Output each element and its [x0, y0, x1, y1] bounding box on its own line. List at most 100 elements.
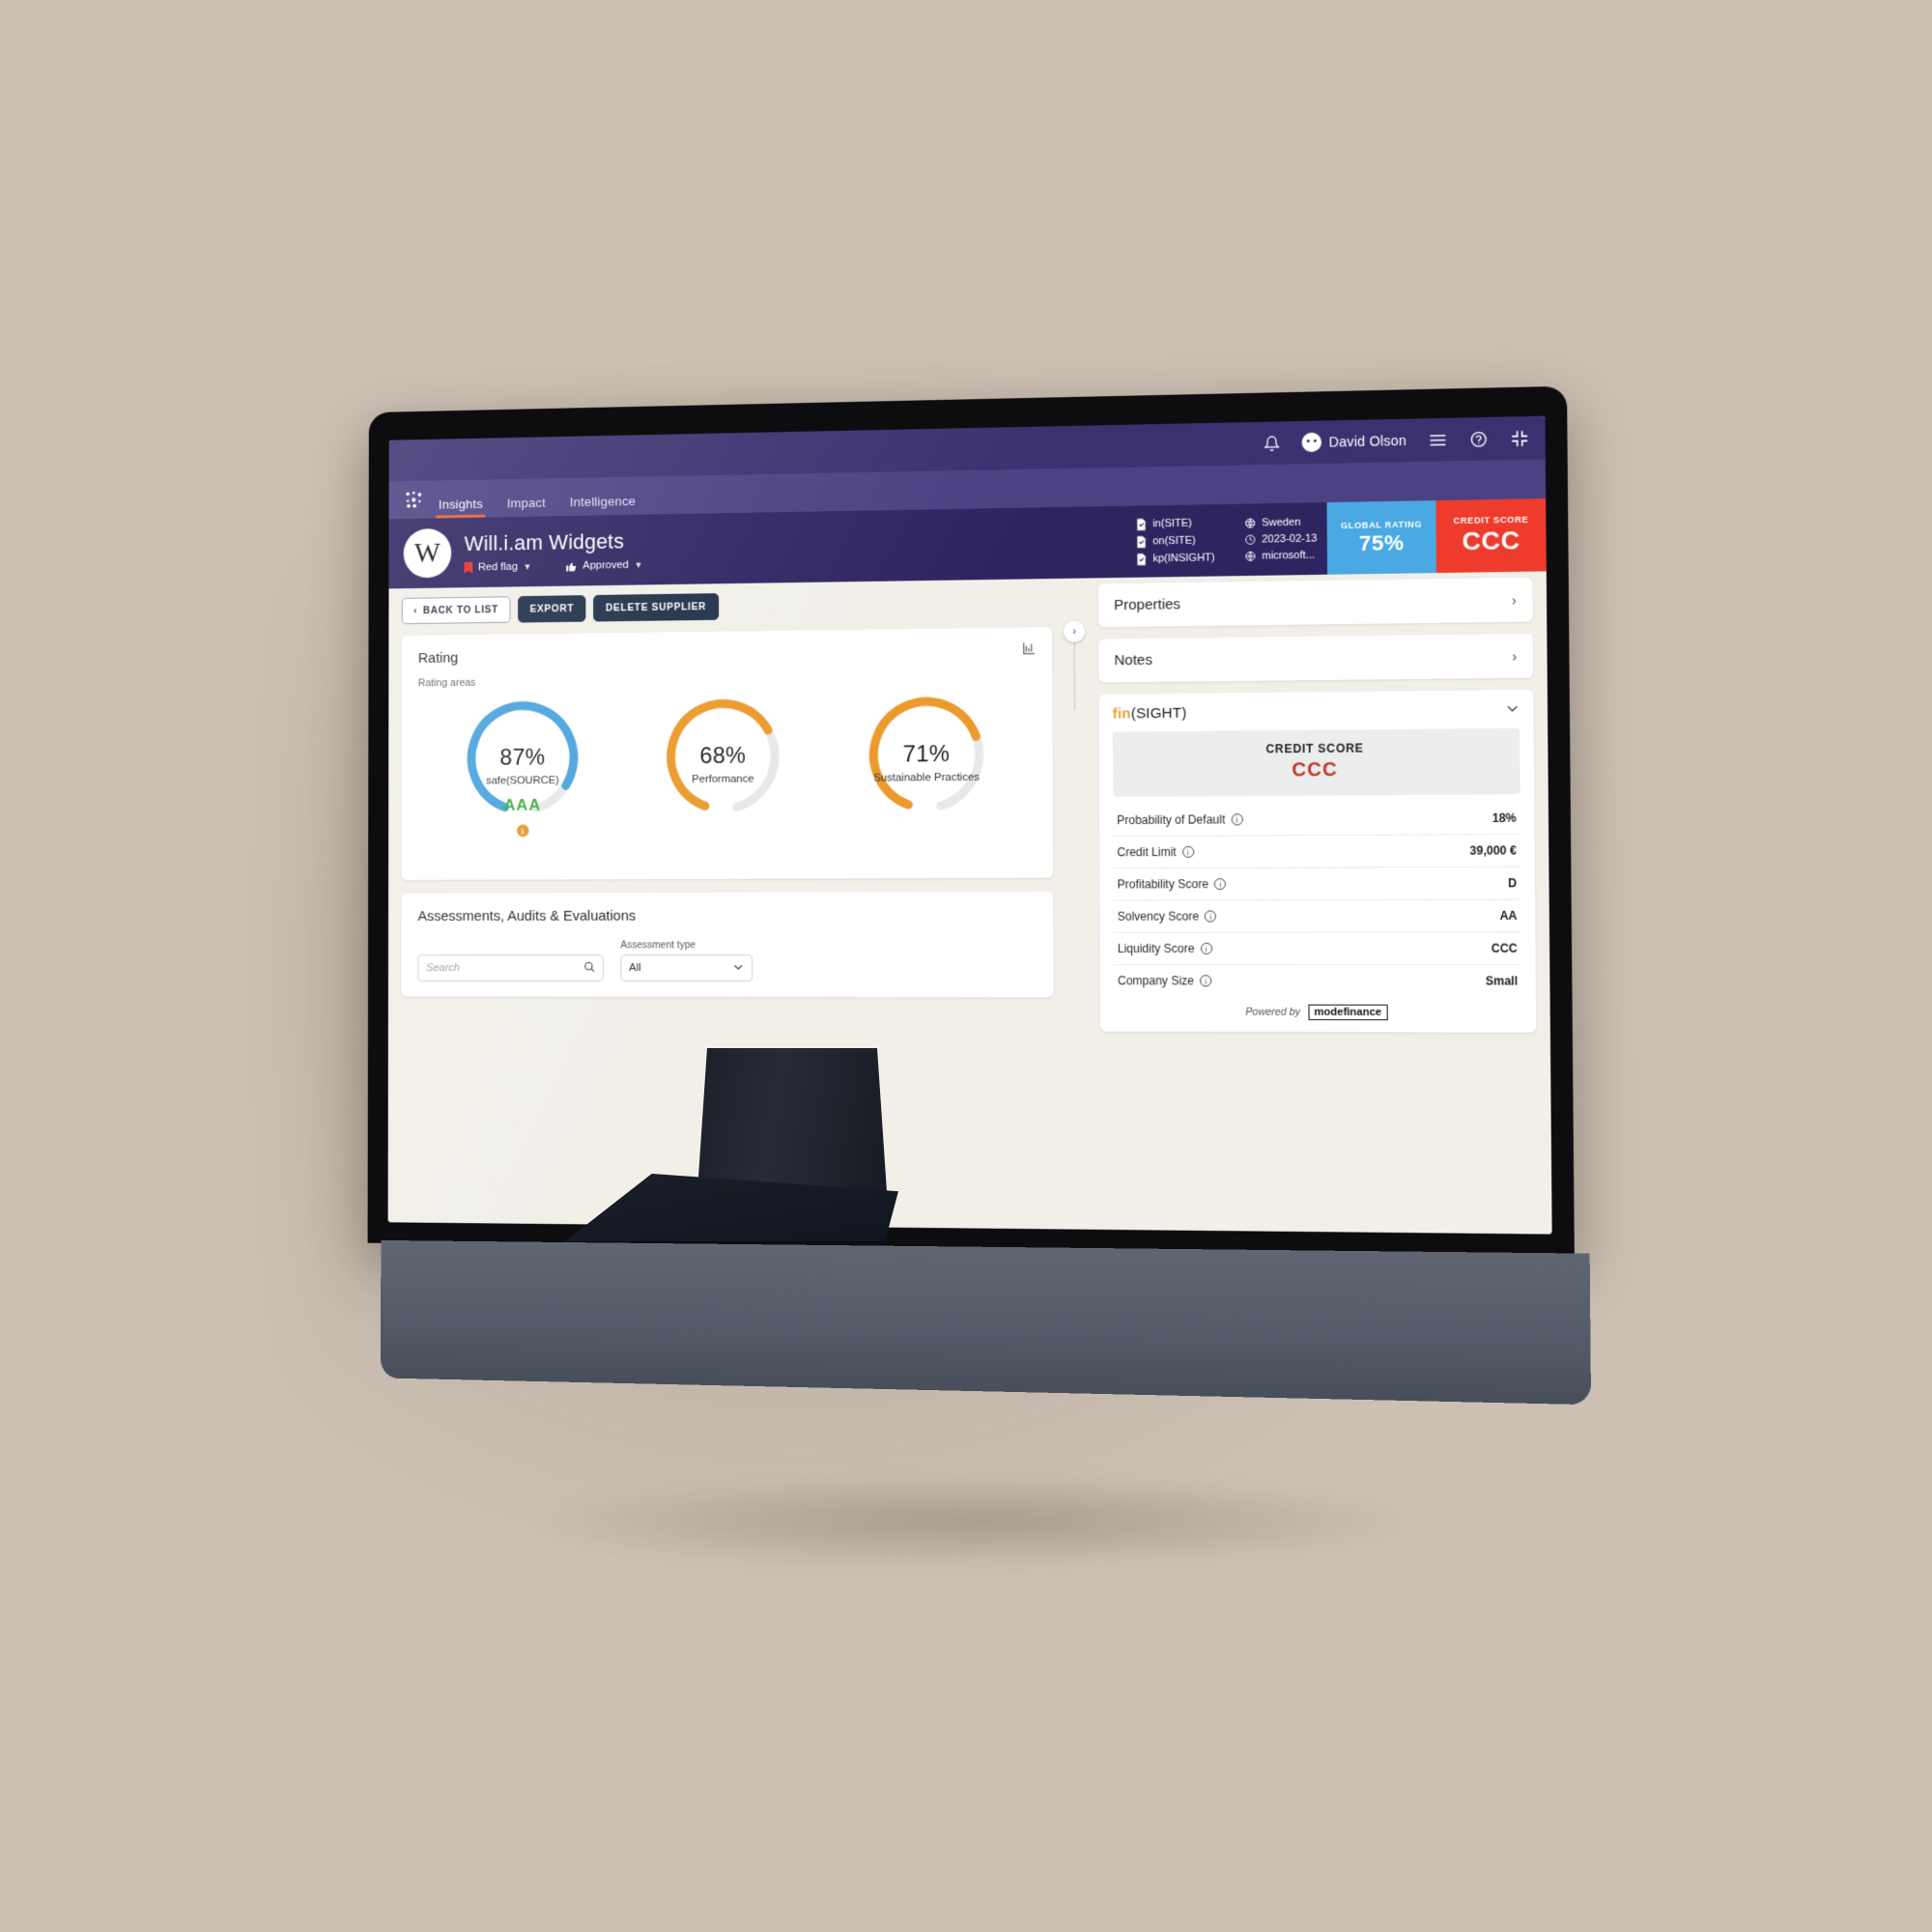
finsight-header: fin(SIGHT): [1112, 701, 1520, 723]
fact-value: 2023-02-13: [1262, 532, 1318, 546]
info-icon[interactable]: i: [516, 824, 529, 838]
table-row: Probability of Default i 18%: [1113, 802, 1520, 838]
chevron-down-icon: ▼: [634, 559, 643, 570]
table-row: Solvency Score i AA: [1113, 899, 1521, 933]
rating-card: Rating Rating areas 87% safe(SOURCE) AAA…: [401, 627, 1054, 880]
thumbs-up-icon: [565, 562, 576, 571]
gauge-center: 68% Performance: [652, 743, 794, 787]
doc-label: kp(INSIGHT): [1152, 552, 1215, 565]
finsight-card: fin(SIGHT) CREDIT SCORE CCC Probability …: [1098, 689, 1537, 1033]
docs-column: in(SITE) on(SITE) kp(INSIGHT): [1136, 517, 1215, 566]
assessment-type-field: Assessment type All: [620, 939, 753, 982]
doc-label: in(SITE): [1152, 517, 1192, 530]
metric-key: Credit Limit: [1117, 844, 1177, 860]
metric-key: Probability of Default: [1117, 812, 1226, 828]
right-column: Properties › Notes › fin(SIGHT) CREDIT S…: [1097, 577, 1537, 1033]
screen: David Olson Insights Impact Intelligence…: [387, 415, 1552, 1235]
metric-value: Small: [1485, 974, 1519, 988]
fact-country: Sweden: [1244, 516, 1318, 528]
metric-value: D: [1508, 876, 1518, 891]
properties-title: Properties: [1114, 596, 1181, 614]
gauge-sustainable-practices: 71% Sustainable Practices: [855, 691, 999, 854]
approval-dropdown[interactable]: Approved ▼: [565, 558, 642, 572]
approval-status-label: Approved: [582, 559, 629, 572]
info-icon[interactable]: i: [1200, 942, 1212, 955]
export-button[interactable]: EXPORT: [518, 595, 586, 623]
fact-date: 2023-02-13: [1244, 533, 1318, 546]
bar-chart-icon[interactable]: [1021, 640, 1037, 659]
back-to-list-label: BACK TO LIST: [422, 604, 498, 617]
metric-key-wrap: Probability of Default i: [1117, 812, 1243, 828]
search-field: [417, 954, 604, 981]
gauge-center: 87% safe(SOURCE) AAA i: [453, 744, 592, 838]
gauge-label: Sustainable Practices: [873, 771, 980, 784]
action-buttons: ‹ BACK TO LIST EXPORT DELETE SUPPLIER: [401, 588, 1052, 625]
fact-website[interactable]: microsoft...: [1244, 550, 1318, 562]
modefinance-logo: modefinance: [1308, 1004, 1388, 1021]
chevron-down-icon: [732, 961, 744, 976]
scene: David Olson Insights Impact Intelligence…: [0, 0, 1932, 1932]
gauge-value: 71%: [902, 741, 951, 768]
flag-icon: [465, 562, 473, 574]
metric-key: Profitability Score: [1117, 877, 1209, 892]
table-row: Company Size i Small: [1114, 965, 1521, 997]
search-input[interactable]: [426, 962, 566, 975]
info-icon[interactable]: i: [1200, 975, 1212, 987]
clock-icon: [1244, 534, 1256, 546]
left-column: ‹ BACK TO LIST EXPORT DELETE SUPPLIER Ra…: [401, 588, 1054, 998]
rating-gauges: 87% safe(SOURCE) AAA i 68% Performance 7…: [418, 686, 1036, 865]
notes-panel[interactable]: Notes ›: [1098, 633, 1534, 683]
metric-value: 18%: [1492, 810, 1517, 826]
info-icon[interactable]: i: [1214, 878, 1227, 891]
content-area: › ‹ BACK TO LIST EXPORT DELETE SUPPLIER: [387, 571, 1552, 1235]
doc-insite[interactable]: in(SITE): [1136, 517, 1214, 530]
credit-score-label: CREDIT SCORE: [1453, 514, 1529, 526]
hamburger-menu-icon[interactable]: [1429, 430, 1448, 449]
collapse-fullscreen-icon[interactable]: [1510, 429, 1529, 448]
facts-column: Sweden 2023-02-13 microsoft...: [1244, 516, 1318, 562]
assessments-title: Assessments, Audits & Evaluations: [417, 907, 637, 924]
monitor-chin: [381, 1239, 1592, 1406]
gauge-value: 87%: [499, 744, 546, 771]
global-rating-badge: GLOBAL RATING 75%: [1326, 500, 1436, 575]
doc-onsite[interactable]: on(SITE): [1136, 534, 1214, 548]
hero-meta: Red flag ▼ Approved ▼: [465, 558, 643, 574]
bell-icon[interactable]: [1263, 435, 1279, 451]
assessment-type-select[interactable]: All: [620, 954, 753, 982]
assessment-type-label: Assessment type: [620, 939, 696, 952]
gauge-safe-source: 87% safe(SOURCE) AAA i: [453, 695, 592, 855]
tab-impact[interactable]: Impact: [507, 496, 546, 517]
delete-supplier-button[interactable]: DELETE SUPPLIER: [593, 593, 719, 622]
document-check-icon: [1137, 518, 1147, 530]
question-mark-icon[interactable]: [1469, 430, 1489, 449]
doc-label: on(SITE): [1152, 534, 1196, 548]
metric-key-wrap: Liquidity Score i: [1118, 942, 1212, 955]
tab-intelligence[interactable]: Intelligence: [570, 494, 636, 516]
powered-by-label: Powered by: [1245, 1006, 1301, 1019]
metric-key-wrap: Solvency Score i: [1118, 909, 1217, 923]
hero-info: in(SITE) on(SITE) kp(INSIGHT) Sweden 202…: [642, 502, 1327, 584]
table-row: Liquidity Score i CCC: [1113, 932, 1522, 966]
search-input-wrap[interactable]: [417, 954, 604, 981]
document-check-icon: [1137, 535, 1147, 548]
back-to-list-button[interactable]: ‹ BACK TO LIST: [401, 596, 511, 625]
metric-value: AA: [1499, 908, 1518, 923]
gauge-label: Performance: [692, 773, 754, 785]
finsight-logo-accent: fin: [1112, 705, 1131, 723]
info-icon[interactable]: i: [1181, 845, 1194, 859]
user-chip[interactable]: David Olson: [1301, 431, 1406, 453]
properties-panel[interactable]: Properties ›: [1097, 577, 1533, 628]
document-check-icon: [1137, 553, 1147, 565]
credit-score-badge: CREDIT SCORE CCC: [1435, 498, 1547, 574]
powered-by: Powered by modefinance: [1114, 996, 1522, 1022]
nav-tabs: Insights Impact Intelligence: [439, 477, 636, 519]
chevron-down-icon[interactable]: [1505, 701, 1520, 718]
info-icon[interactable]: i: [1205, 910, 1217, 923]
red-flag-dropdown[interactable]: Red flag ▼: [465, 561, 532, 574]
panel-collapse-handle[interactable]: ›: [1064, 620, 1086, 642]
tab-insights[interactable]: Insights: [439, 497, 483, 518]
metric-key: Company Size: [1118, 974, 1195, 988]
doc-kpinsight[interactable]: kp(INSIGHT): [1136, 552, 1215, 565]
dots-grid-logo[interactable]: [389, 489, 439, 510]
info-icon[interactable]: i: [1231, 813, 1243, 826]
